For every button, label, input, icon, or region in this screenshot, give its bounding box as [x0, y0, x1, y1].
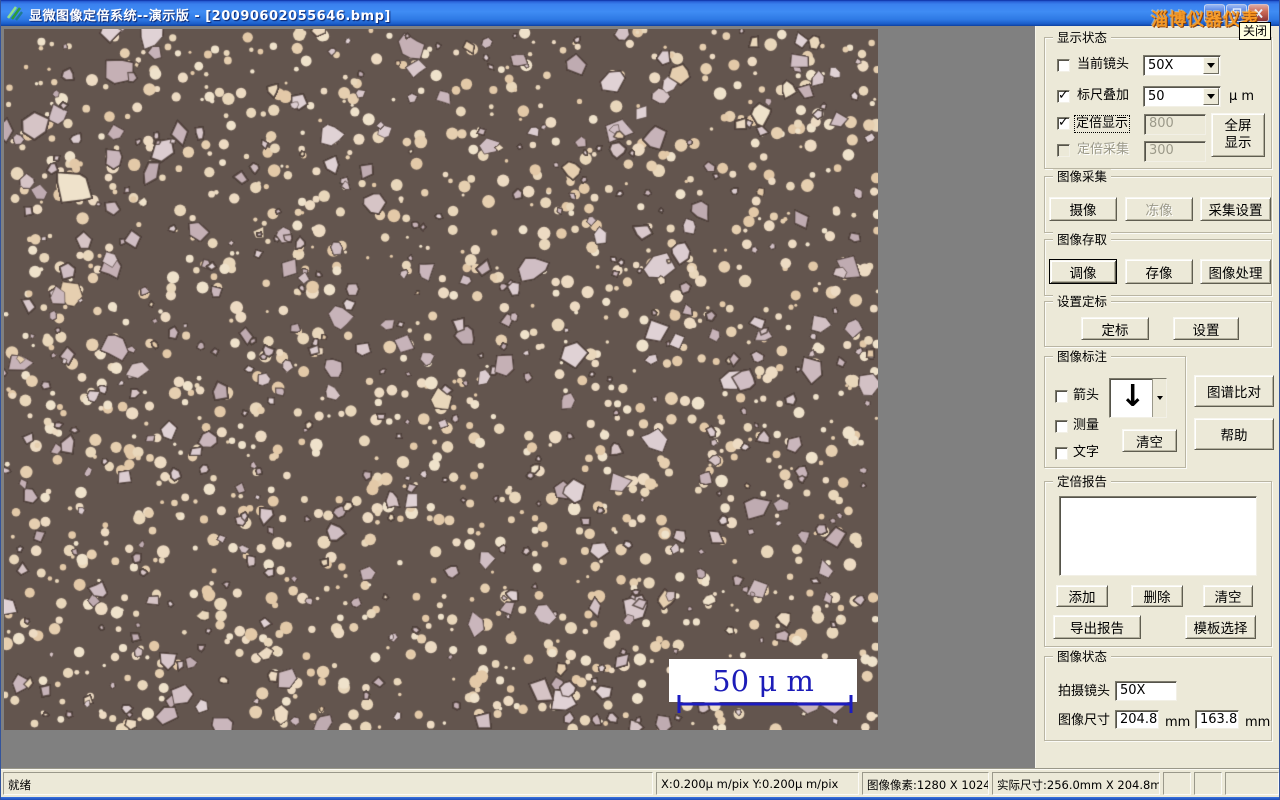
image-viewport: 50 μ m: [1, 26, 1035, 768]
fixed-display-checkbox[interactable]: [1057, 115, 1070, 130]
report-delete-button[interactable]: 删除: [1131, 585, 1183, 607]
template-select-button[interactable]: 模板选择: [1185, 615, 1256, 639]
lens-label: 拍摄镜头: [1058, 684, 1111, 699]
status-empty-3: [1225, 772, 1279, 795]
micrograph-image: [4, 29, 878, 730]
fixed-capture-label: 定倍采集: [1077, 142, 1130, 157]
status-image-pixels: 图像像素:1280 X 1024: [862, 772, 989, 795]
fixed-capture-field: 300: [1144, 141, 1206, 162]
measure-label: 测量: [1073, 418, 1100, 433]
group-image-storage: 图像存取 调像 存像 图像处理: [1044, 232, 1272, 296]
arrow-label: 箭头: [1073, 388, 1100, 403]
freeze-button: 冻像: [1125, 197, 1193, 221]
calibrate-button[interactable]: 定标: [1081, 317, 1149, 340]
close-button[interactable]: [1248, 4, 1269, 22]
fixed-display-label: 定倍显示: [1074, 115, 1131, 133]
group-title: 图像存取: [1053, 232, 1112, 247]
load-image-button[interactable]: 调像: [1049, 259, 1117, 284]
current-lens-checkbox[interactable]: [1057, 59, 1070, 72]
status-ready: 就绪: [3, 772, 653, 795]
status-empty-2: [1194, 772, 1222, 795]
group-title: 设置定标: [1053, 294, 1112, 309]
restore-button[interactable]: [1226, 4, 1247, 22]
status-actual-size: 实际尺寸:256.0mm X 204.8mm: [992, 772, 1160, 795]
group-title: 图像采集: [1053, 169, 1112, 184]
down-arrow-icon: ↓: [1120, 379, 1146, 414]
arrow-style-combo[interactable]: ↓: [1109, 378, 1167, 418]
width-field[interactable]: 204.8: [1115, 710, 1159, 729]
report-listbox[interactable]: [1059, 496, 1257, 576]
group-title: 显示状态: [1053, 30, 1112, 45]
title-bar: 显微图像定倍系统--演示版 - [20090602055646.bmp] 淄博仪…: [1, 0, 1279, 30]
measure-checkbox[interactable]: [1055, 420, 1068, 433]
help-button[interactable]: 帮助: [1194, 418, 1274, 450]
app-icon: [7, 6, 23, 21]
close-tooltip: 关闭: [1239, 22, 1272, 40]
status-pixel-scale: X:0.200μ m/pix Y:0.200μ m/pix: [656, 772, 859, 795]
control-panel: 显示状态 当前镜头 50X 标尺叠加 50 μ m 定倍显示 800 定倍采集 …: [1035, 26, 1279, 768]
text-label: 文字: [1073, 445, 1100, 460]
capture-settings-button[interactable]: 采集设置: [1200, 197, 1271, 221]
ruler-unit-label: μ m: [1229, 89, 1255, 104]
capture-button[interactable]: 摄像: [1049, 197, 1117, 221]
settings-button[interactable]: 设置: [1173, 317, 1239, 340]
scale-bar-line: [677, 695, 853, 713]
app-window: 显微图像定倍系统--演示版 - [20090602055646.bmp] 淄博仪…: [0, 0, 1280, 800]
chevron-down-icon[interactable]: [1152, 379, 1166, 417]
group-title: 图像标注: [1053, 349, 1112, 364]
unit-mm-label: mm: [1165, 715, 1191, 730]
fullscreen-button[interactable]: 全屏 显示: [1211, 113, 1265, 157]
export-report-button[interactable]: 导出报告: [1053, 615, 1141, 639]
status-empty-1: [1163, 772, 1191, 795]
clear-annotation-button[interactable]: 清空: [1122, 429, 1177, 452]
group-report: 定倍报告 添加 删除 清空 导出报告 模板选择: [1044, 474, 1272, 647]
text-checkbox[interactable]: [1055, 447, 1068, 460]
minimize-button[interactable]: [1204, 4, 1225, 22]
save-image-button[interactable]: 存像: [1125, 259, 1193, 284]
size-label: 图像尺寸: [1058, 713, 1111, 728]
group-title: 定倍报告: [1053, 474, 1112, 489]
fixed-capture-checkbox: [1057, 144, 1070, 157]
fixed-display-field: 800: [1144, 114, 1206, 135]
ruler-overlay-checkbox[interactable]: [1057, 88, 1070, 103]
ruler-overlay-label: 标尺叠加: [1077, 88, 1130, 103]
report-clear-button[interactable]: 清空: [1203, 585, 1253, 607]
unit-mm-label: mm: [1245, 715, 1271, 730]
group-calibration: 设置定标 定标 设置: [1044, 294, 1272, 347]
report-add-button[interactable]: 添加: [1056, 585, 1108, 607]
current-lens-combo[interactable]: 50X: [1143, 55, 1221, 76]
group-title: 图像状态: [1053, 649, 1112, 664]
lens-value-field[interactable]: 50X: [1115, 681, 1177, 701]
group-annotation: 图像标注 箭头 ↓ 测量 清空 文字: [1044, 349, 1186, 468]
group-image-capture: 图像采集 摄像 冻像 采集设置: [1044, 169, 1272, 233]
ruler-value-combo[interactable]: 50: [1143, 86, 1221, 107]
group-display-status: 显示状态 当前镜头 50X 标尺叠加 50 μ m 定倍显示 800 定倍采集 …: [1044, 30, 1272, 169]
chevron-down-icon[interactable]: [1203, 88, 1219, 105]
image-process-button[interactable]: 图像处理: [1200, 259, 1271, 284]
chevron-down-icon[interactable]: [1203, 57, 1219, 74]
group-image-status: 图像状态 拍摄镜头 50X 图像尺寸 204.8 mm 163.8 mm: [1044, 649, 1272, 741]
height-field[interactable]: 163.8: [1195, 710, 1239, 729]
status-bar: 就绪 X:0.200μ m/pix Y:0.200μ m/pix 图像像素:12…: [1, 768, 1279, 797]
current-lens-label: 当前镜头: [1077, 57, 1130, 72]
atlas-compare-button[interactable]: 图谱比对: [1194, 375, 1274, 407]
window-title: 显微图像定倍系统--演示版 - [20090602055646.bmp]: [29, 9, 391, 24]
arrow-checkbox[interactable]: [1055, 390, 1068, 403]
